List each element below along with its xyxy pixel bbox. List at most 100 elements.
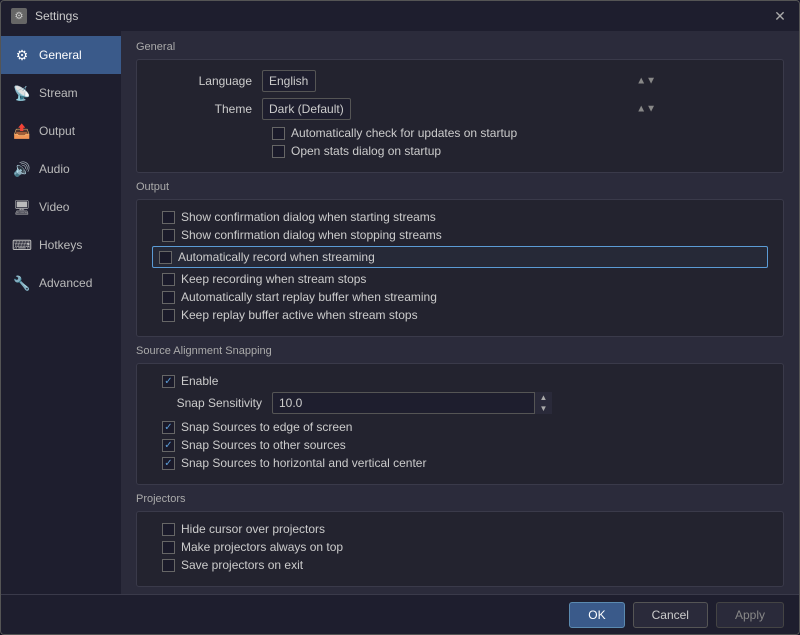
video-icon: 🖥 xyxy=(13,198,31,216)
language-arrow: ▲▼ xyxy=(636,76,656,87)
snap-down-button[interactable]: ▼ xyxy=(535,403,552,414)
snap-sensitivity-input[interactable] xyxy=(272,392,552,414)
title-bar-left: ⚙ Settings xyxy=(11,8,78,24)
confirm-start-row: Show confirmation dialog when starting s… xyxy=(152,210,768,224)
auto-replay-checkbox[interactable] xyxy=(162,291,175,304)
keep-replay-checkbox[interactable] xyxy=(162,309,175,322)
language-label: Language xyxy=(152,74,262,88)
open-stats-row: Open stats dialog on startup xyxy=(152,144,768,158)
snapping-box: ✓ Enable Snap Sensitivity ▲ ▼ xyxy=(136,363,784,485)
sidebar-item-audio[interactable]: 🔊 Audio xyxy=(1,150,121,188)
sidebar-item-hotkeys[interactable]: ⌨ Hotkeys xyxy=(1,226,121,264)
section-general-label: General xyxy=(136,41,784,53)
theme-select-wrapper: Dark (Default) ▲▼ xyxy=(262,98,662,120)
save-on-exit-checkbox[interactable] xyxy=(162,559,175,572)
sidebar-label-audio: Audio xyxy=(39,162,70,176)
sidebar-item-general[interactable]: ⚙ General xyxy=(1,36,121,74)
snap-spinners: ▲ ▼ xyxy=(534,392,552,414)
main-panel: General Language English ▲▼ Theme xyxy=(121,31,799,594)
footer: OK Cancel Apply xyxy=(1,594,799,634)
keep-recording-checkbox[interactable] xyxy=(162,273,175,286)
sidebar-label-video: Video xyxy=(39,200,69,214)
advanced-icon: 🔧 xyxy=(13,274,31,292)
open-stats-checkbox[interactable] xyxy=(272,145,285,158)
hide-cursor-checkbox[interactable] xyxy=(162,523,175,536)
snap-edge-row: ✓ Snap Sources to edge of screen xyxy=(152,420,768,434)
theme-select[interactable]: Dark (Default) xyxy=(262,98,351,120)
auto-replay-label: Automatically start replay buffer when s… xyxy=(181,290,437,304)
snap-other-label: Snap Sources to other sources xyxy=(181,438,346,452)
snap-up-button[interactable]: ▲ xyxy=(535,392,552,403)
snap-center-checkbox[interactable]: ✓ xyxy=(162,457,175,470)
output-box: Show confirmation dialog when starting s… xyxy=(136,199,784,337)
hide-cursor-row: Hide cursor over projectors xyxy=(152,522,768,536)
auto-update-checkbox[interactable] xyxy=(272,127,285,140)
keep-replay-row: Keep replay buffer active when stream st… xyxy=(152,308,768,322)
app-icon: ⚙ xyxy=(11,8,27,24)
snap-sensitivity-row: Snap Sensitivity ▲ ▼ xyxy=(152,392,768,414)
theme-label: Theme xyxy=(152,102,262,116)
confirm-start-label: Show confirmation dialog when starting s… xyxy=(181,210,436,224)
projectors-box: Hide cursor over projectors Make project… xyxy=(136,511,784,587)
snap-sensitivity-label: Snap Sensitivity xyxy=(152,396,272,410)
section-snapping: Source Alignment Snapping ✓ Enable Snap … xyxy=(136,345,784,485)
always-on-top-label: Make projectors always on top xyxy=(181,540,343,554)
settings-window: ⚙ Settings ✕ ⚙ General 📡 Stream 📤 Output… xyxy=(0,0,800,635)
keep-recording-label: Keep recording when stream stops xyxy=(181,272,366,286)
window-title: Settings xyxy=(35,9,78,23)
open-stats-label: Open stats dialog on startup xyxy=(291,144,441,158)
keep-replay-label: Keep replay buffer active when stream st… xyxy=(181,308,418,322)
section-general: General Language English ▲▼ Theme xyxy=(136,41,784,173)
auto-replay-row: Automatically start replay buffer when s… xyxy=(152,290,768,304)
language-select-wrapper: English ▲▼ xyxy=(262,70,662,92)
sidebar-label-hotkeys: Hotkeys xyxy=(39,238,82,252)
hotkeys-icon: ⌨ xyxy=(13,236,31,254)
sidebar-item-stream[interactable]: 📡 Stream xyxy=(1,74,121,112)
sidebar-label-output: Output xyxy=(39,124,75,138)
snap-enable-checkbox[interactable]: ✓ xyxy=(162,375,175,388)
always-on-top-checkbox[interactable] xyxy=(162,541,175,554)
snap-edge-checkbox[interactable]: ✓ xyxy=(162,421,175,434)
sidebar-label-stream: Stream xyxy=(39,86,78,100)
auto-update-label: Automatically check for updates on start… xyxy=(291,126,517,140)
hide-cursor-label: Hide cursor over projectors xyxy=(181,522,325,536)
confirm-stop-label: Show confirmation dialog when stopping s… xyxy=(181,228,442,242)
section-projectors-label: Projectors xyxy=(136,493,784,505)
cancel-button[interactable]: Cancel xyxy=(633,602,708,628)
sidebar-item-output[interactable]: 📤 Output xyxy=(1,112,121,150)
snap-edge-label: Snap Sources to edge of screen xyxy=(181,420,352,434)
theme-arrow: ▲▼ xyxy=(636,104,656,115)
apply-button[interactable]: Apply xyxy=(716,602,784,628)
section-projectors: Projectors Hide cursor over projectors M… xyxy=(136,493,784,587)
sidebar-item-advanced[interactable]: 🔧 Advanced xyxy=(1,264,121,302)
snap-other-checkbox[interactable]: ✓ xyxy=(162,439,175,452)
auto-record-row: Automatically record when streaming xyxy=(152,246,768,268)
ok-button[interactable]: OK xyxy=(569,602,624,628)
language-select[interactable]: English xyxy=(262,70,316,92)
close-button[interactable]: ✕ xyxy=(771,7,789,25)
save-on-exit-row: Save projectors on exit xyxy=(152,558,768,572)
sidebar-label-advanced: Advanced xyxy=(39,276,92,290)
section-output-label: Output xyxy=(136,181,784,193)
sidebar-label-general: General xyxy=(39,48,82,62)
content-area: ⚙ General 📡 Stream 📤 Output 🔊 Audio 🖥 Vi… xyxy=(1,31,799,594)
save-on-exit-label: Save projectors on exit xyxy=(181,558,303,572)
sidebar-item-video[interactable]: 🖥 Video xyxy=(1,188,121,226)
theme-row: Theme Dark (Default) ▲▼ xyxy=(152,98,768,120)
auto-record-label: Automatically record when streaming xyxy=(178,250,375,264)
auto-record-checkbox[interactable] xyxy=(159,251,172,264)
general-icon: ⚙ xyxy=(13,46,31,64)
auto-update-row: Automatically check for updates on start… xyxy=(152,126,768,140)
sidebar: ⚙ General 📡 Stream 📤 Output 🔊 Audio 🖥 Vi… xyxy=(1,31,121,594)
keep-recording-row: Keep recording when stream stops xyxy=(152,272,768,286)
always-on-top-row: Make projectors always on top xyxy=(152,540,768,554)
confirm-stop-checkbox[interactable] xyxy=(162,229,175,242)
snap-other-row: ✓ Snap Sources to other sources xyxy=(152,438,768,452)
section-snapping-label: Source Alignment Snapping xyxy=(136,345,784,357)
snap-enable-row: ✓ Enable xyxy=(152,374,768,388)
snap-sensitivity-wrapper: ▲ ▼ xyxy=(272,392,552,414)
audio-icon: 🔊 xyxy=(13,160,31,178)
stream-icon: 📡 xyxy=(13,84,31,102)
confirm-start-checkbox[interactable] xyxy=(162,211,175,224)
confirm-stop-row: Show confirmation dialog when stopping s… xyxy=(152,228,768,242)
